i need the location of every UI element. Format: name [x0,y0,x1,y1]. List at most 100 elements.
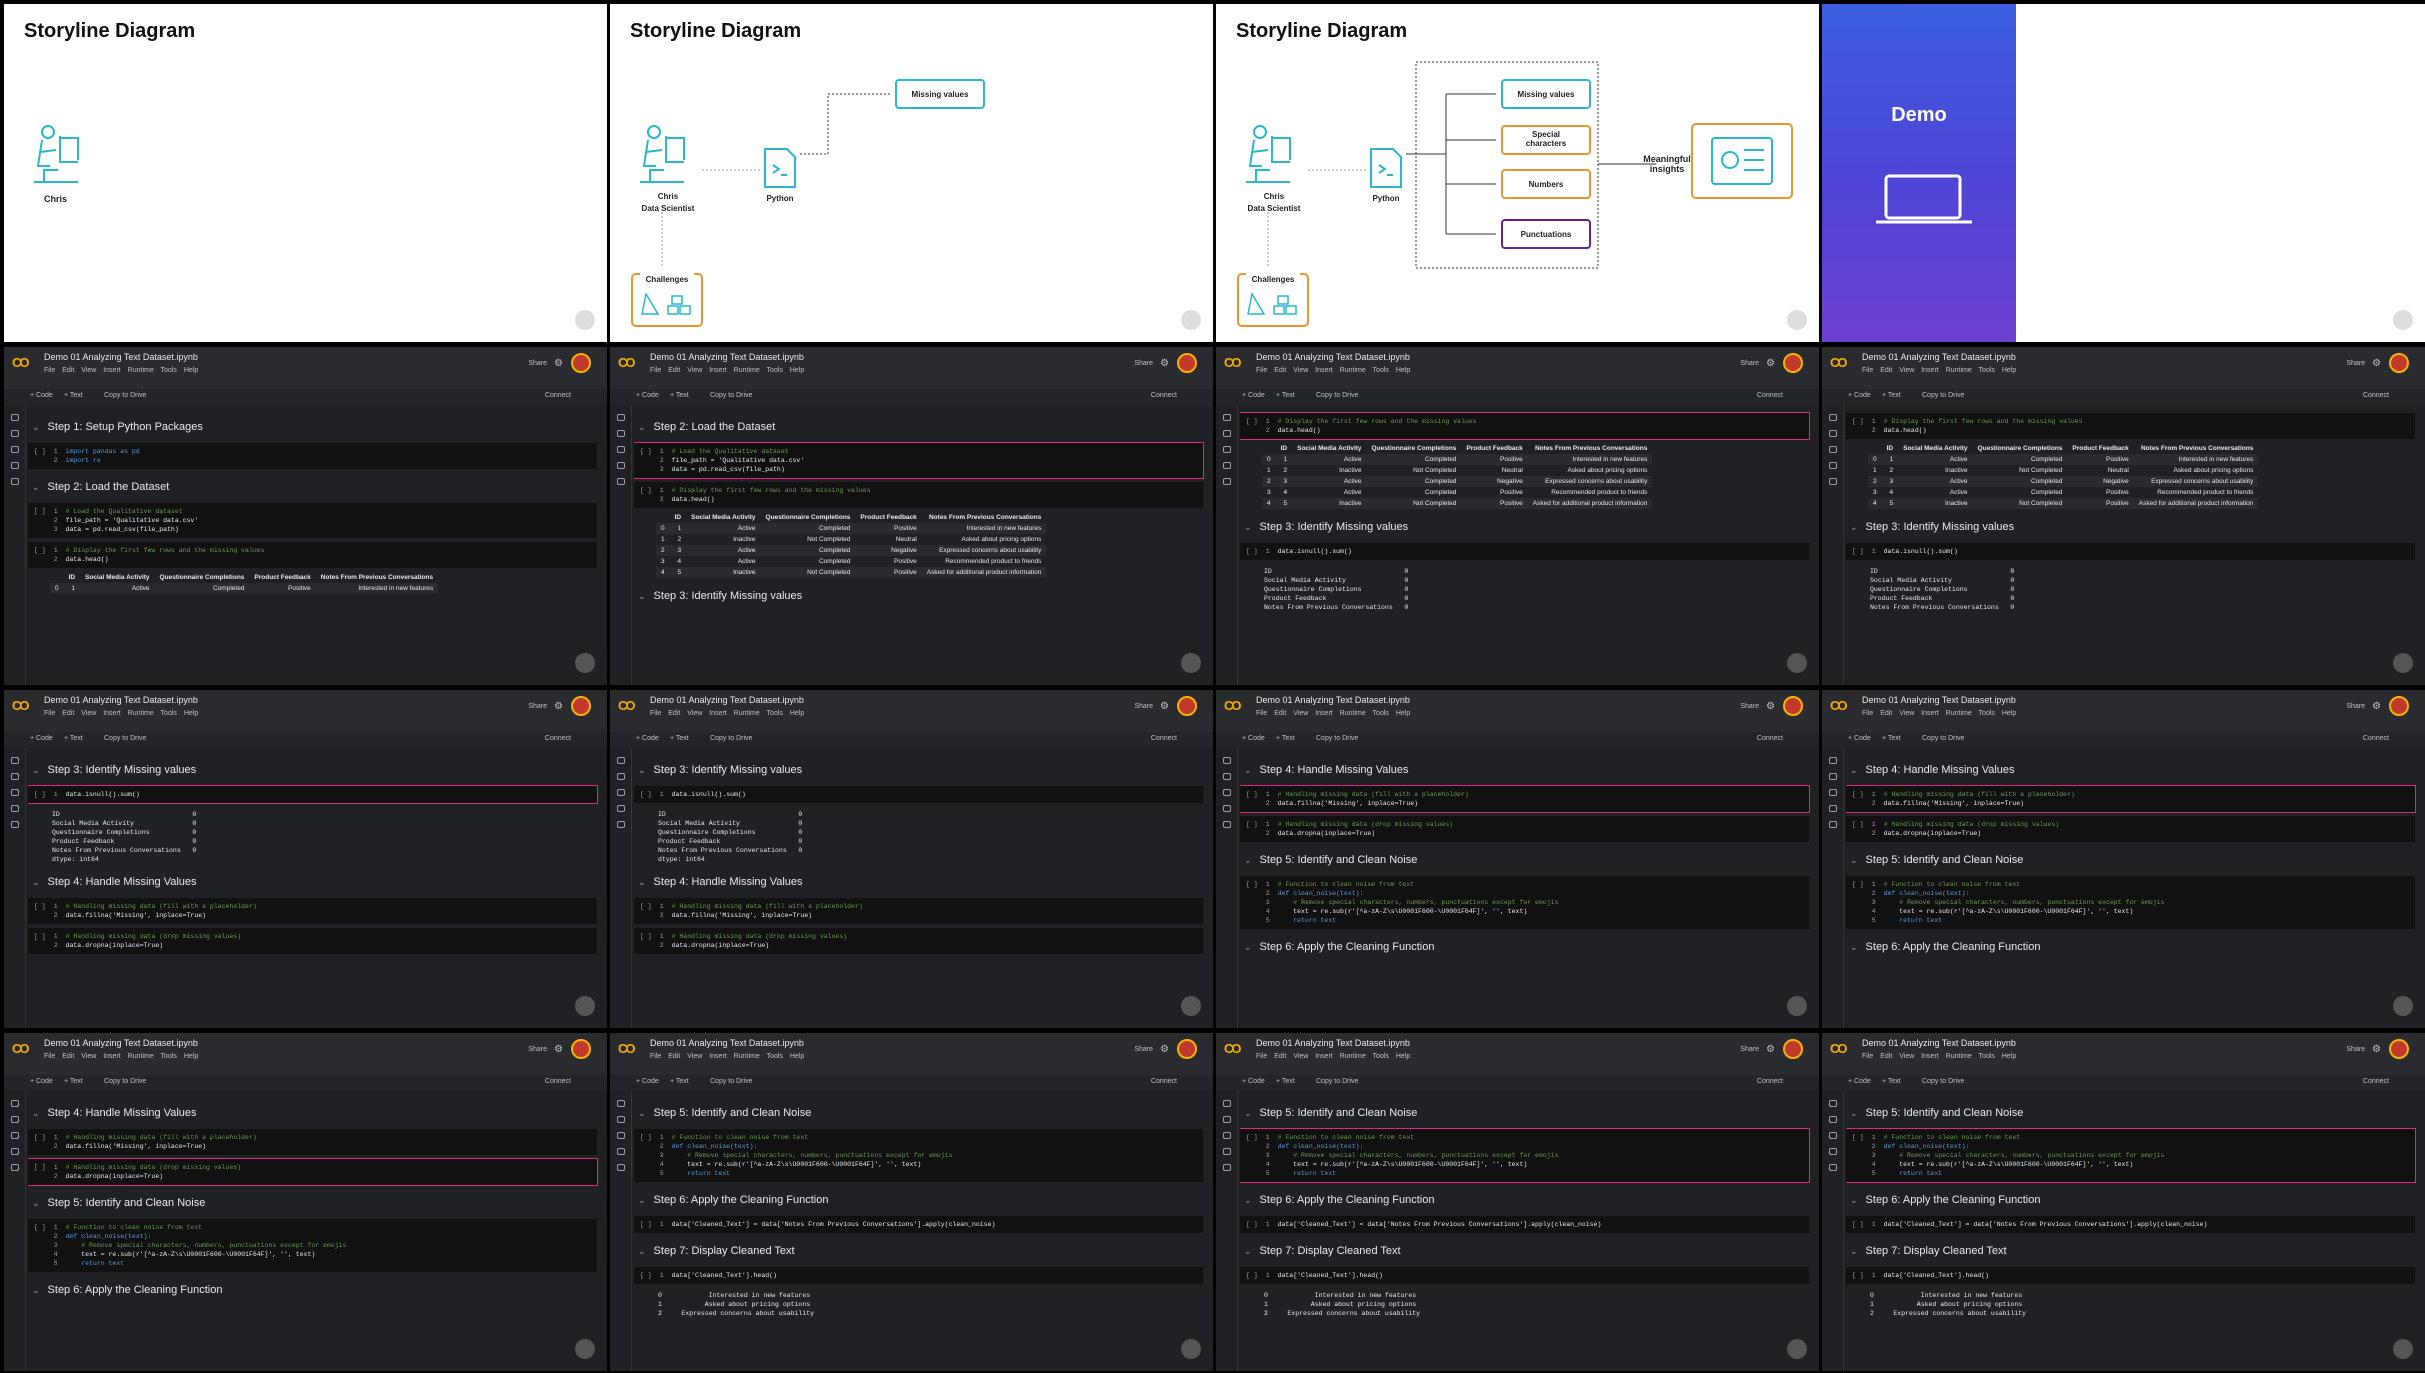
code-cell[interactable]: [ ] 1 # Handling missing data (drop missin… [28,928,597,954]
add-code-button[interactable]: + Code [30,1078,53,1085]
scroll-button[interactable] [2393,653,2413,673]
section-heading[interactable]: Step 6: Apply the Cleaning Function [1850,941,2417,953]
code-cell[interactable]: [ ] 1 # Function to clean noise from text … [1846,1128,2416,1183]
notebook-title[interactable]: Demo 01 Analyzing Text Dataset.ipynb [1256,352,1410,362]
code-cell[interactable]: [ ] 1 import pandas as pd 2 import re [28,443,597,469]
section-heading[interactable]: Step 6: Apply the Cleaning Function [1850,1194,2417,1206]
add-text-button[interactable]: + Text [1276,392,1295,399]
menu-bar[interactable]: File Edit View Insert Runtime Tools Help [1862,710,2016,717]
gear-icon[interactable]: ⚙ [2372,1044,2381,1055]
section-heading[interactable]: Step 5: Identify and Clean Noise [1244,1107,1811,1119]
section-heading[interactable]: Step 3: Identify Missing values [32,764,599,776]
code-cell[interactable]: [ ] 1 # Display the first few rows and the… [1240,412,1810,440]
avatar[interactable] [2389,353,2409,373]
share-button[interactable]: Share [2346,360,2365,367]
slide-nav-button[interactable] [575,310,595,330]
avatar[interactable] [1783,1039,1803,1059]
copy-to-drive-button[interactable]: Copy to Drive [1316,735,1358,742]
code-cell[interactable]: [ ] 1 # Function to clean noise from text … [1846,876,2415,929]
section-heading[interactable]: Step 5: Identify and Clean Noise [638,1107,1205,1119]
copy-to-drive-button[interactable]: Copy to Drive [1316,392,1358,399]
section-heading[interactable]: Step 4: Handle Missing Values [638,876,1205,888]
share-button[interactable]: Share [1740,1046,1759,1053]
code-cell[interactable]: [ ] 1 data['Cleaned_Text'] = data['Notes F… [634,1216,1203,1233]
add-text-button[interactable]: + Text [1882,735,1901,742]
code-cell[interactable]: [ ] 1 data['Cleaned_Text'].head() [1240,1267,1809,1284]
gear-icon[interactable]: ⚙ [554,1044,563,1055]
section-heading[interactable]: Step 2: Load the Dataset [32,481,599,493]
notebook-title[interactable]: Demo 01 Analyzing Text Dataset.ipynb [650,352,804,362]
gear-icon[interactable]: ⚙ [2372,358,2381,369]
add-text-button[interactable]: + Text [670,392,689,399]
notebook-title[interactable]: Demo 01 Analyzing Text Dataset.ipynb [44,695,198,705]
section-heading[interactable]: Step 2: Load the Dataset [638,421,1205,433]
notebook-title[interactable]: Demo 01 Analyzing Text Dataset.ipynb [1862,352,2016,362]
add-code-button[interactable]: + Code [30,392,53,399]
section-heading[interactable]: Step 3: Identify Missing values [1244,521,1811,533]
menu-bar[interactable]: File Edit View Insert Runtime Tools Help [44,710,198,717]
connect-button[interactable]: Connect [1757,392,1783,399]
add-text-button[interactable]: + Text [1276,1078,1295,1085]
gear-icon[interactable]: ⚙ [554,358,563,369]
scroll-button[interactable] [1787,996,1807,1016]
code-cell[interactable]: [ ] 1 data.isnull().sum() [1240,543,1809,560]
menu-bar[interactable]: File Edit View Insert Runtime Tools Help [650,367,804,374]
code-cell[interactable]: [ ] 1 # Display the first few rows and the… [28,542,597,568]
share-button[interactable]: Share [2346,1046,2365,1053]
section-heading[interactable]: Step 4: Handle Missing Values [32,1107,599,1119]
copy-to-drive-button[interactable]: Copy to Drive [104,1078,146,1085]
notebook-title[interactable]: Demo 01 Analyzing Text Dataset.ipynb [650,695,804,705]
scroll-button[interactable] [575,996,595,1016]
notebook-title[interactable]: Demo 01 Analyzing Text Dataset.ipynb [44,1038,198,1048]
add-code-button[interactable]: + Code [1242,735,1265,742]
add-code-button[interactable]: + Code [1848,392,1871,399]
menu-bar[interactable]: File Edit View Insert Runtime Tools Help [1862,367,2016,374]
share-button[interactable]: Share [1134,360,1153,367]
notebook-title[interactable]: Demo 01 Analyzing Text Dataset.ipynb [44,352,198,362]
section-heading[interactable]: Step 3: Identify Missing values [1850,521,2417,533]
add-code-button[interactable]: + Code [30,735,53,742]
slide-nav-button[interactable] [2393,310,2413,330]
slide-nav-button[interactable] [1181,310,1201,330]
menu-bar[interactable]: File Edit View Insert Runtime Tools Help [1256,1053,1410,1060]
connect-button[interactable]: Connect [1151,735,1177,742]
copy-to-drive-button[interactable]: Copy to Drive [104,735,146,742]
avatar[interactable] [1783,353,1803,373]
add-text-button[interactable]: + Text [670,735,689,742]
gear-icon[interactable]: ⚙ [2372,701,2381,712]
add-text-button[interactable]: + Text [1882,392,1901,399]
scroll-button[interactable] [575,653,595,673]
scroll-button[interactable] [1787,653,1807,673]
code-cell[interactable]: [ ] 1 # Handling missing data (fill with a… [28,898,597,924]
section-heading[interactable]: Step 5: Identify and Clean Noise [1850,854,2417,866]
gear-icon[interactable]: ⚙ [1160,1044,1169,1055]
add-text-button[interactable]: + Text [1882,1078,1901,1085]
section-heading[interactable]: Step 4: Handle Missing Values [1850,764,2417,776]
code-cell[interactable]: [ ] 1 # Handling missing data (drop missin… [634,928,1203,954]
add-text-button[interactable]: + Text [64,735,83,742]
code-cell[interactable]: [ ] 1 # Load the Qualitative dataset 2 file… [28,503,597,538]
menu-bar[interactable]: File Edit View Insert Runtime Tools Help [650,1053,804,1060]
gear-icon[interactable]: ⚙ [1766,1044,1775,1055]
code-cell[interactable]: [ ] 1 data['Cleaned_Text'].head() [1846,1267,2415,1284]
code-cell[interactable]: [ ] 1 # Display the first few rows and the… [634,482,1203,508]
section-heading[interactable]: Step 5: Identify and Clean Noise [1244,854,1811,866]
code-cell[interactable]: [ ] 1 data.isnull().sum() [634,786,1203,803]
add-text-button[interactable]: + Text [670,1078,689,1085]
section-heading[interactable]: Step 6: Apply the Cleaning Function [1244,1194,1811,1206]
code-cell[interactable]: [ ] 1 # Handling missing data (fill with a… [1240,785,1810,813]
gear-icon[interactable]: ⚙ [554,701,563,712]
code-cell[interactable]: [ ] 1 # Function to clean noise from text … [634,1129,1203,1182]
share-button[interactable]: Share [528,703,547,710]
avatar[interactable] [1783,696,1803,716]
code-cell[interactable]: [ ] 1 # Handling missing data (fill with a… [634,898,1203,924]
add-code-button[interactable]: + Code [1242,1078,1265,1085]
scroll-button[interactable] [1181,1339,1201,1359]
menu-bar[interactable]: File Edit View Insert Runtime Tools Help [44,367,198,374]
share-button[interactable]: Share [1134,1046,1153,1053]
share-button[interactable]: Share [528,360,547,367]
section-heading[interactable]: Step 5: Identify and Clean Noise [1850,1107,2417,1119]
add-code-button[interactable]: + Code [636,735,659,742]
add-code-button[interactable]: + Code [636,1078,659,1085]
avatar[interactable] [1177,1039,1197,1059]
